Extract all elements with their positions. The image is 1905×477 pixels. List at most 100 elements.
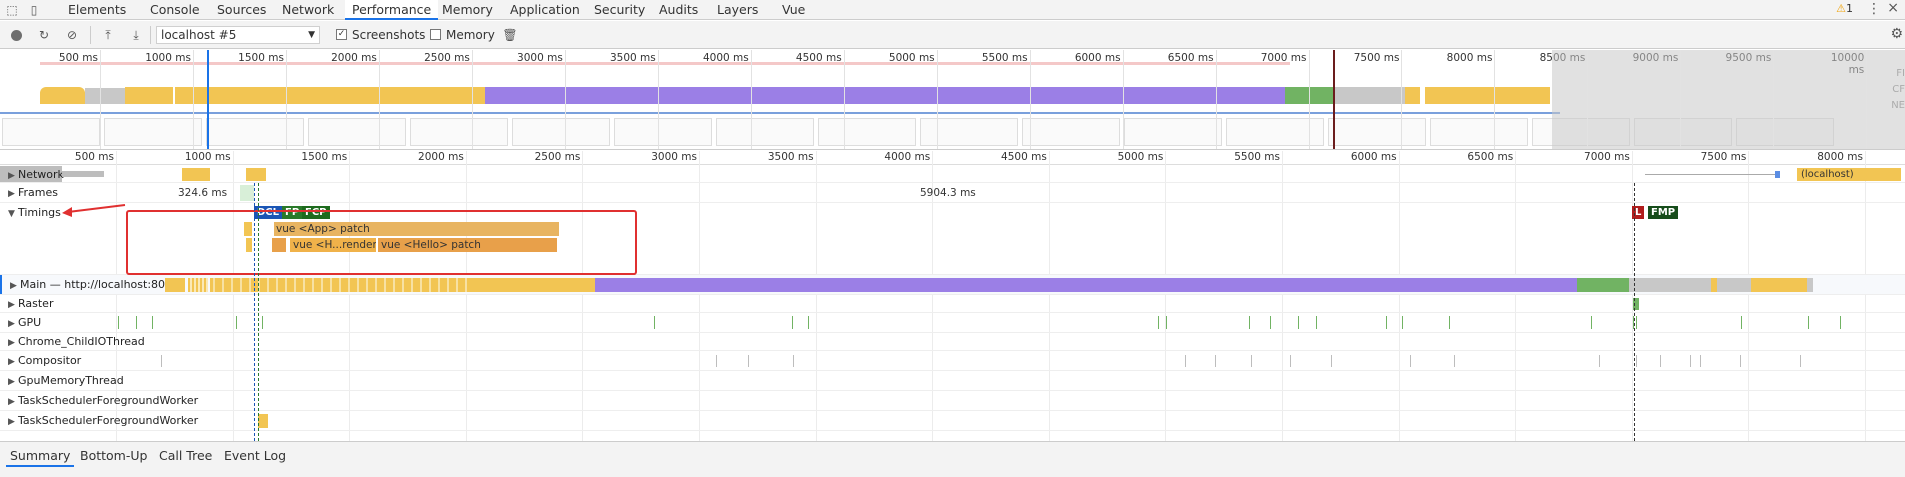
gpu-task[interactable] <box>654 316 655 329</box>
gpu-task[interactable] <box>1316 316 1317 329</box>
expand-arrow-icon[interactable]: ▶ <box>8 412 18 432</box>
main-task-scripting[interactable] <box>188 278 208 292</box>
main-task-scripting[interactable] <box>1751 278 1807 292</box>
gpu-task[interactable] <box>1636 316 1637 329</box>
compositor-task[interactable] <box>1454 355 1455 367</box>
more-options-icon[interactable]: ⋮ <box>1867 1 1881 17</box>
expand-arrow-icon[interactable]: ▶ <box>8 296 18 314</box>
compositor-task[interactable] <box>1800 355 1801 367</box>
gpu-task[interactable] <box>262 316 263 329</box>
reload-record-icon[interactable]: ↻ <box>36 27 52 43</box>
expand-arrow-icon[interactable]: ▶ <box>10 276 20 296</box>
network-request-bar[interactable] <box>182 168 210 181</box>
compositor-task[interactable] <box>1599 355 1600 367</box>
screenshot-thumbnail[interactable] <box>2 118 100 146</box>
tab-sources[interactable]: Sources <box>211 0 272 20</box>
compositor-task[interactable] <box>793 355 794 367</box>
screenshot-thumbnail[interactable] <box>206 118 304 146</box>
screenshot-thumbnail[interactable] <box>716 118 814 146</box>
save-profile-icon[interactable]: ⤓ <box>128 27 144 43</box>
track-childio[interactable]: ▶ Chrome_ChildIOThread <box>0 333 1905 351</box>
compositor-task[interactable] <box>1251 355 1252 367</box>
tab-call-tree[interactable]: Call Tree <box>155 447 216 467</box>
main-task-idle[interactable] <box>1629 278 1711 292</box>
expand-arrow-icon[interactable]: ▶ <box>8 184 18 204</box>
network-localhost-bar[interactable]: (localhost) <box>1797 168 1901 181</box>
gear-icon[interactable]: ⚙ <box>1890 26 1903 42</box>
profile-select[interactable]: localhost #5 ▼ <box>156 26 320 44</box>
tab-vue[interactable]: Vue <box>776 0 811 20</box>
track-tsfw-2[interactable]: ▶ TaskSchedulerForegroundWorker <box>0 411 1905 431</box>
gpu-task[interactable] <box>1449 316 1450 329</box>
gpu-task[interactable] <box>1741 316 1742 329</box>
record-button[interactable] <box>11 30 22 41</box>
collapse-arrow-icon[interactable]: ▼ <box>8 204 18 224</box>
tab-layers[interactable]: Layers <box>711 0 764 20</box>
compositor-task[interactable] <box>1636 355 1637 367</box>
tab-application[interactable]: Application <box>504 0 586 20</box>
screenshot-thumbnail[interactable] <box>920 118 1018 146</box>
main-task-painting[interactable] <box>1577 278 1629 292</box>
tab-audits[interactable]: Audits <box>653 0 704 20</box>
screenshot-thumbnail[interactable] <box>614 118 712 146</box>
track-network[interactable]: ▶ Network (localhost) <box>0 166 1905 183</box>
gpu-task[interactable] <box>136 316 137 329</box>
worker-task[interactable] <box>258 414 268 428</box>
compositor-task[interactable] <box>1185 355 1186 367</box>
main-task-scripting[interactable] <box>470 278 595 292</box>
compositor-task[interactable] <box>1215 355 1216 367</box>
selection-handle-right[interactable] <box>1333 50 1335 149</box>
compositor-task[interactable] <box>1690 355 1691 367</box>
network-request-bar[interactable] <box>1775 171 1780 178</box>
gpu-task[interactable] <box>236 316 237 329</box>
screenshot-thumbnail[interactable] <box>512 118 610 146</box>
gpu-task[interactable] <box>1249 316 1250 329</box>
compositor-task[interactable] <box>1660 355 1661 367</box>
tab-memory[interactable]: Memory <box>436 0 499 20</box>
compositor-task[interactable] <box>716 355 717 367</box>
tab-bottom-up[interactable]: Bottom-Up <box>76 447 151 467</box>
device-toolbar-icon[interactable]: ▯ <box>26 2 42 18</box>
timeline-overview[interactable]: 500 ms 1000 ms 1500 ms 2000 ms 2500 ms 3000 m… <box>0 50 1905 150</box>
screenshot-thumbnail[interactable] <box>1124 118 1222 146</box>
main-task-idle[interactable] <box>1717 278 1751 292</box>
track-compositor[interactable]: ▶ Compositor <box>0 351 1905 371</box>
frame-block[interactable] <box>240 185 254 201</box>
selection-handle-left[interactable] <box>207 50 209 149</box>
tab-security[interactable]: Security <box>588 0 651 20</box>
gpu-task[interactable] <box>1270 316 1271 329</box>
tab-network[interactable]: Network <box>276 0 340 20</box>
gpu-task[interactable] <box>792 316 793 329</box>
close-icon[interactable]: × <box>1887 0 1899 16</box>
gpu-task[interactable] <box>152 316 153 329</box>
gpu-task[interactable] <box>808 316 809 329</box>
clear-icon[interactable]: ⊘ <box>64 27 80 43</box>
main-task-idle[interactable] <box>1807 278 1813 292</box>
tab-summary[interactable]: Summary <box>6 447 75 467</box>
compositor-task[interactable] <box>1740 355 1741 367</box>
frame-duration-2[interactable]: 5904.3 ms <box>920 187 976 199</box>
compositor-task[interactable] <box>1700 355 1701 367</box>
screenshot-thumbnail[interactable] <box>1022 118 1120 146</box>
expand-arrow-icon[interactable]: ▶ <box>8 392 18 412</box>
expand-arrow-icon[interactable]: ▶ <box>8 372 18 392</box>
gpu-task[interactable] <box>1386 316 1387 329</box>
track-gpumem[interactable]: ▶ GpuMemoryThread <box>0 371 1905 391</box>
track-gpu[interactable]: ▶ GPU <box>0 313 1905 333</box>
main-task-scripting[interactable] <box>165 278 185 292</box>
track-frames[interactable]: ▶ Frames 324.6 ms 5904.3 ms <box>0 183 1905 203</box>
expand-arrow-icon[interactable]: ▶ <box>8 314 18 334</box>
gpu-task[interactable] <box>1402 316 1403 329</box>
compositor-task[interactable] <box>748 355 749 367</box>
compositor-task[interactable] <box>1290 355 1291 367</box>
screenshot-thumbnail[interactable] <box>104 118 202 146</box>
main-task-scripting[interactable] <box>210 278 470 292</box>
warnings-indicator[interactable]: ⚠1 <box>1836 2 1853 15</box>
expand-arrow-icon[interactable]: ▶ <box>8 334 18 352</box>
gpu-task[interactable] <box>1298 316 1299 329</box>
screenshot-thumbnail[interactable] <box>308 118 406 146</box>
gpu-task[interactable] <box>1166 316 1167 329</box>
screenshot-thumbnail[interactable] <box>1430 118 1528 146</box>
tab-elements[interactable]: Elements <box>62 0 132 20</box>
garbage-collect-icon[interactable]: 🗑 <box>502 27 518 43</box>
